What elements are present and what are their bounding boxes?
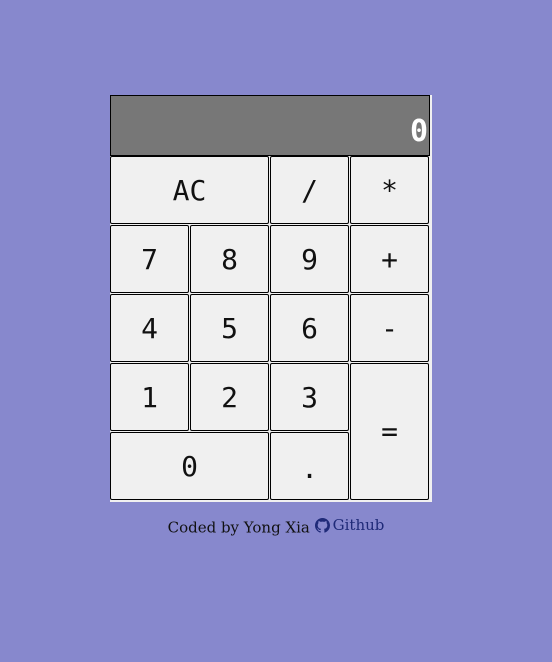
digit-8-button[interactable]: 8 <box>190 225 269 293</box>
digit-6-button[interactable]: 6 <box>270 294 349 362</box>
calculator: 0 AC / * 7 8 9 + 4 5 6 - 1 2 3 = 0 . <box>110 95 432 502</box>
equals-button[interactable]: = <box>350 363 429 500</box>
subtract-button[interactable]: - <box>350 294 429 362</box>
calculator-display: 0 <box>110 95 430 156</box>
digit-7-button[interactable]: 7 <box>110 225 189 293</box>
digit-9-button[interactable]: 9 <box>270 225 349 293</box>
divide-button[interactable]: / <box>270 156 349 224</box>
github-icon <box>314 517 330 533</box>
github-link-label: Github <box>332 516 385 534</box>
digit-5-button[interactable]: 5 <box>190 294 269 362</box>
digit-0-button[interactable]: 0 <box>110 432 269 500</box>
digit-3-button[interactable]: 3 <box>270 363 349 431</box>
digit-1-button[interactable]: 1 <box>110 363 189 431</box>
decimal-button[interactable]: . <box>270 432 349 500</box>
digit-2-button[interactable]: 2 <box>190 363 269 431</box>
add-button[interactable]: + <box>350 225 429 293</box>
github-link[interactable]: Github <box>314 516 385 534</box>
digit-4-button[interactable]: 4 <box>110 294 189 362</box>
clear-button[interactable]: AC <box>110 156 269 224</box>
footer: Coded by Yong Xia Github <box>0 516 552 537</box>
footer-credit: Coded by Yong Xia <box>167 518 310 537</box>
multiply-button[interactable]: * <box>350 156 429 224</box>
